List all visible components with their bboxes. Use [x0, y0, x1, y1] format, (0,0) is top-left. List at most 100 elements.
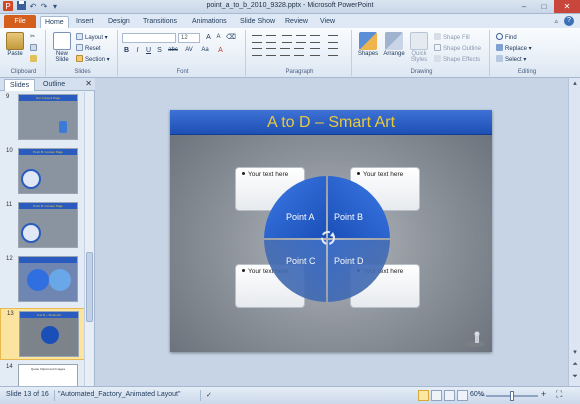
decrease-indent-icon[interactable] — [282, 35, 292, 43]
normal-view-icon[interactable] — [418, 390, 429, 401]
increase-indent-icon[interactable] — [296, 35, 306, 43]
shape-fill-button[interactable]: Shape Fill — [434, 33, 470, 42]
shape-outline-button[interactable]: Shape Outline — [434, 44, 481, 53]
scroll-down-icon[interactable]: ▾ — [570, 348, 580, 358]
tab-review[interactable]: Review — [281, 16, 312, 28]
reset-button[interactable]: Reset — [76, 44, 101, 53]
thumbnail-item[interactable]: 12 — [0, 254, 85, 306]
shape-effects-button[interactable]: Shape Effects — [434, 55, 480, 64]
thumbnail-list: 9 Our Content Page 10 Point B: Content P… — [0, 92, 85, 386]
columns-icon[interactable] — [310, 48, 320, 56]
thumbnail-item[interactable]: 9 Our Content Page — [0, 92, 85, 144]
align-right-icon[interactable] — [280, 48, 290, 56]
previous-slide-icon[interactable]: ⏶ — [570, 360, 580, 370]
numbering-icon[interactable] — [266, 35, 276, 43]
layout-button[interactable]: Layout ▾ — [76, 33, 108, 42]
close-pane-icon[interactable]: ✕ — [85, 79, 92, 88]
quadrant-point-c[interactable]: Point C — [264, 240, 326, 302]
quadrant-point-a[interactable]: Point A — [264, 176, 326, 238]
tab-slides[interactable]: Slides — [4, 79, 36, 91]
bold-button[interactable]: B — [122, 46, 131, 55]
scroll-up-icon[interactable]: ▴ — [570, 79, 580, 89]
smartart-convert-icon[interactable] — [328, 48, 338, 56]
select-button[interactable]: Select ▾ — [496, 55, 526, 64]
tab-transitions[interactable]: Transitions — [139, 16, 181, 28]
pane-scrollbar[interactable] — [84, 92, 93, 386]
arrange-button[interactable]: Arrange — [382, 32, 406, 57]
maximize-button[interactable]: □ — [534, 0, 554, 13]
slide-title-bar: A to D – Smart Art — [170, 110, 492, 135]
section-button[interactable]: Section ▾ — [76, 55, 110, 64]
cut-icon[interactable]: ✂ — [30, 33, 35, 42]
tab-view[interactable]: View — [316, 16, 339, 28]
next-slide-icon[interactable]: ⏷ — [570, 372, 580, 382]
slide-show-view-icon[interactable] — [457, 390, 468, 401]
editing-group-label: Editing — [517, 69, 537, 75]
shape-fill-label: Shape Fill — [443, 35, 470, 41]
close-button[interactable]: ✕ — [554, 0, 580, 13]
thumbnail-item[interactable]: 11 Point B: Content Page — [0, 200, 85, 252]
zoom-out-icon[interactable]: − — [480, 390, 485, 400]
strikethrough-button[interactable]: abc — [166, 46, 180, 55]
quick-styles-button[interactable]: Quick Styles — [406, 32, 432, 63]
zoom-in-icon[interactable]: + — [541, 389, 546, 399]
slide-title[interactable]: A to D – Smart Art — [170, 114, 492, 132]
quadrant-point-b[interactable]: Point B — [328, 176, 390, 238]
shapes-button[interactable]: Shapes — [356, 32, 380, 57]
tab-design[interactable]: Design — [104, 16, 134, 28]
reset-icon — [76, 44, 83, 51]
underline-button[interactable]: U — [144, 46, 153, 55]
find-button[interactable]: Find — [496, 33, 517, 42]
shadow-button[interactable]: S — [155, 46, 164, 55]
window-titlebar: P ↶ ↷ ▾ point_a_to_b_2010_9328.pptx - Mi… — [0, 0, 580, 14]
font-size-field[interactable]: 12 — [178, 33, 200, 43]
fit-to-window-icon[interactable]: ⛶ — [556, 389, 562, 400]
text-direction-icon[interactable] — [328, 35, 338, 43]
shrink-font-button[interactable]: A — [214, 33, 223, 42]
justify-icon[interactable] — [294, 48, 304, 56]
reading-view-icon[interactable] — [444, 390, 455, 401]
tab-outline[interactable]: Outline — [38, 79, 70, 91]
quadrant-label: Point B — [334, 212, 364, 222]
minimize-button[interactable]: – — [514, 0, 534, 13]
tab-animations[interactable]: Animations — [188, 16, 231, 28]
copy-icon[interactable] — [30, 44, 39, 53]
clear-formatting-icon[interactable]: ⌫ — [226, 33, 236, 42]
thumbnail-item-selected[interactable]: 13 A to D – Smart Art — [0, 308, 85, 360]
paste-button[interactable]: Paste — [3, 32, 27, 57]
character-spacing-button[interactable]: AV — [182, 46, 196, 55]
tab-slide-show[interactable]: Slide Show — [236, 16, 279, 28]
quadrant-point-d[interactable]: Point D — [328, 240, 390, 302]
minimize-ribbon-icon[interactable]: ▵ — [554, 17, 558, 25]
theme-name: "Automated_Factory_Animated Layout" — [58, 391, 181, 398]
clipboard-group: Paste ✂ Clipboard — [2, 30, 46, 76]
paste-icon — [6, 32, 24, 50]
grow-font-button[interactable]: A — [204, 33, 213, 42]
tab-file[interactable]: File — [4, 15, 36, 28]
line-spacing-icon[interactable] — [310, 35, 320, 43]
slide-sorter-view-icon[interactable] — [431, 390, 442, 401]
format-painter-icon[interactable] — [30, 55, 39, 64]
change-case-button[interactable]: Aa — [198, 46, 212, 55]
italic-button[interactable]: I — [133, 46, 142, 55]
thumbnail-image: Point B: Content Page — [18, 202, 78, 248]
replace-button[interactable]: Replace ▾ — [496, 44, 532, 53]
slide-canvas[interactable]: A to D – Smart Art Your text here Your t… — [170, 110, 492, 352]
zoom-slider-knob[interactable] — [510, 391, 514, 401]
thumbnail-item[interactable]: 14 Quote Clipart and Images — [0, 362, 85, 386]
help-icon[interactable]: ? — [564, 16, 574, 26]
font-name-field[interactable] — [122, 33, 176, 43]
new-slide-button[interactable]: New Slide — [50, 32, 74, 63]
slide-counter: Slide 13 of 16 — [6, 391, 49, 398]
pane-scrollbar-thumb[interactable] — [86, 252, 93, 322]
align-center-icon[interactable] — [266, 48, 276, 56]
spellcheck-icon[interactable]: ✓ — [206, 391, 212, 399]
thumbnail-item[interactable]: 10 Point B: Content Page — [0, 146, 85, 198]
editor-scrollbar[interactable]: ▴ ▾ ⏶ ⏷ — [568, 78, 580, 386]
tab-home[interactable]: Home — [40, 16, 69, 28]
tab-insert[interactable]: Insert — [72, 16, 98, 28]
bullets-icon[interactable] — [252, 35, 262, 43]
align-left-icon[interactable] — [252, 48, 262, 56]
font-color-icon[interactable]: A — [216, 46, 225, 55]
thumbnail-number: 10 — [6, 148, 13, 154]
